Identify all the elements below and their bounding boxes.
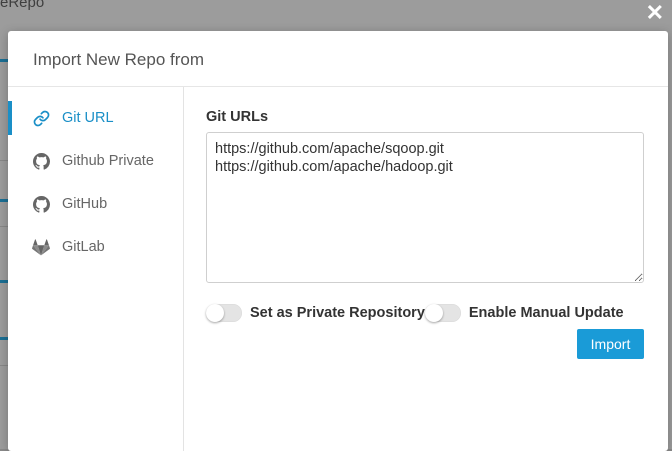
git-url-panel: Git URLs https://github.com/apache/sqoop… bbox=[206, 87, 644, 451]
options-row: Set as Private Repository Enable Manual … bbox=[206, 304, 624, 322]
git-urls-label: Git URLs bbox=[206, 109, 269, 125]
close-icon[interactable]: ✕ bbox=[646, 1, 664, 25]
dialog-title: Import New Repo from bbox=[8, 31, 668, 87]
github-icon bbox=[32, 195, 50, 213]
github-icon bbox=[32, 152, 50, 170]
nav-item-label: Git URL bbox=[62, 110, 114, 126]
git-urls-textarea[interactable]: https://github.com/apache/sqoop.git http… bbox=[206, 132, 644, 283]
private-repo-label: Set as Private Repository bbox=[250, 305, 425, 321]
link-icon bbox=[32, 109, 50, 127]
nav-item-gitlab[interactable]: GitLab bbox=[8, 230, 183, 264]
manual-update-toggle[interactable] bbox=[424, 304, 461, 322]
background-page-title: eRepo bbox=[0, 0, 45, 11]
nav-item-label: GitHub bbox=[62, 196, 108, 212]
nav-item-label: Github Private bbox=[62, 153, 154, 169]
import-button[interactable]: Import bbox=[577, 329, 644, 359]
import-repo-dialog: Import New Repo from Git URL Github Priv… bbox=[8, 31, 668, 451]
manual-update-label: Enable Manual Update bbox=[468, 305, 624, 321]
nav-item-label: GitLab bbox=[62, 239, 105, 255]
nav-item-git-url[interactable]: Git URL bbox=[8, 101, 183, 135]
nav-item-github-private[interactable]: Github Private bbox=[8, 144, 183, 178]
nav-item-github[interactable]: GitHub bbox=[8, 187, 183, 221]
private-repo-toggle[interactable] bbox=[206, 304, 242, 322]
gitlab-icon bbox=[32, 238, 50, 256]
source-nav: Git URL Github Private GitHub GitLab bbox=[8, 87, 184, 451]
dialog-body: Git URL Github Private GitHub GitLab Git… bbox=[8, 87, 668, 451]
